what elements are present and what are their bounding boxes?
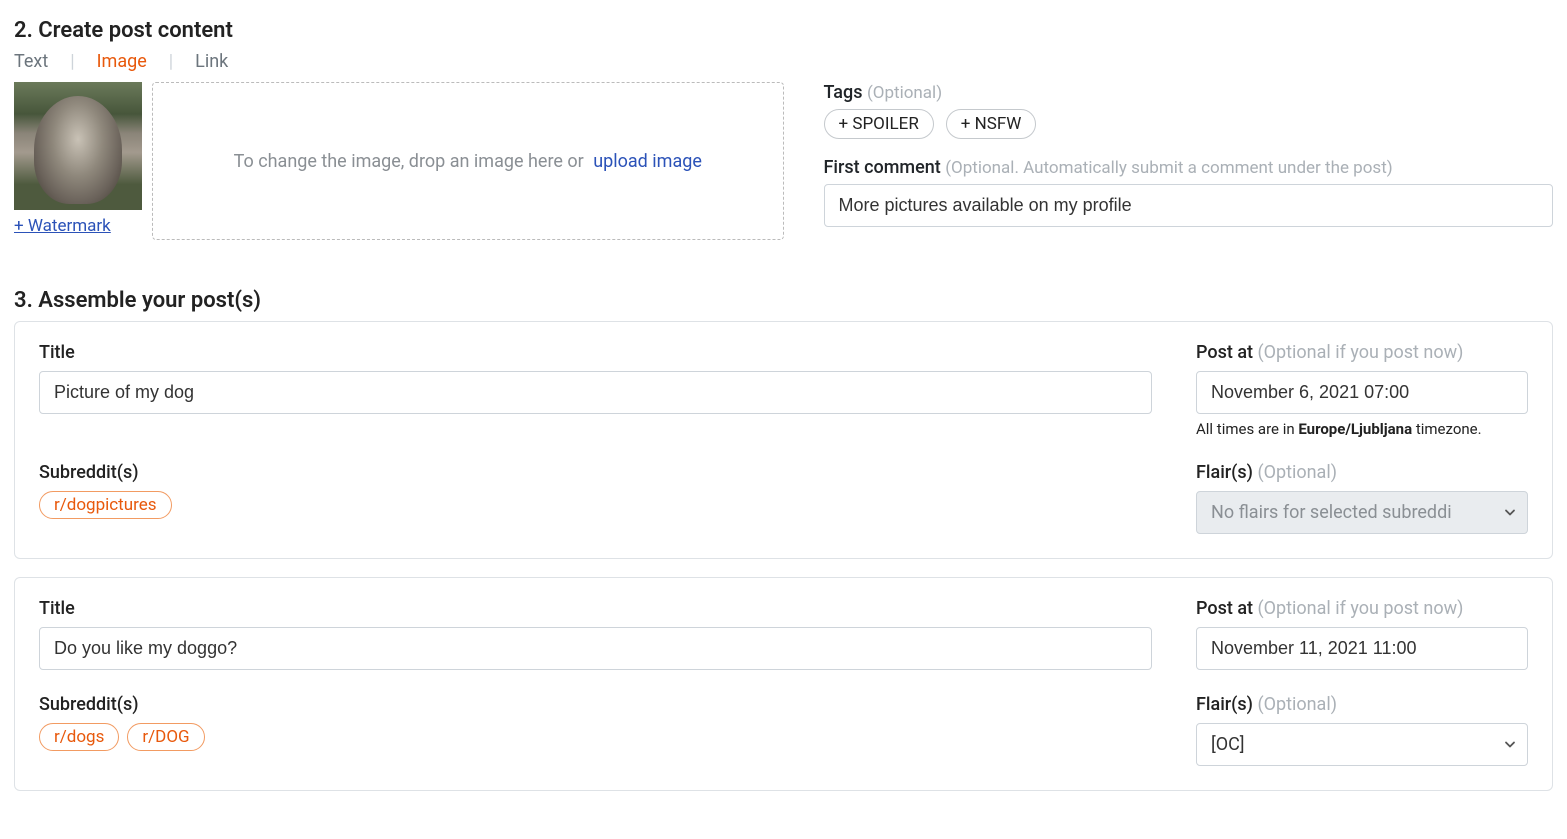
subreddit-chip[interactable]: r/dogs [39,723,119,751]
post-card: Title Post at (Optional if you post now) S… [14,577,1553,791]
section-2-title: 2. Create post content [14,18,1553,43]
title-label: Title [39,342,1152,363]
postat-input[interactable] [1196,627,1528,670]
subreddit-chips: r/dogpictures [39,491,1152,519]
tab-image[interactable]: Image [97,51,147,72]
upload-image-link[interactable]: upload image [593,151,702,172]
postat-label: Post at (Optional if you post now) [1196,342,1528,363]
first-comment-input[interactable] [824,184,1554,227]
add-watermark-link[interactable]: + Watermark [14,216,111,236]
subreddit-chip[interactable]: r/dogpictures [39,491,172,519]
title-input[interactable] [39,627,1152,670]
first-comment-label: First comment (Optional. Automatically s… [824,157,1554,178]
flairs-label: Flair(s) (Optional) [1196,694,1528,715]
flair-select: No flairs for selected subreddi [1196,491,1528,534]
section-3-title: 3. Assemble your post(s) [14,288,1553,313]
tab-divider: | [169,51,173,72]
postat-label: Post at (Optional if you post now) [1196,598,1528,619]
subreddit-chips: r/dogs r/DOG [39,723,1152,751]
flairs-label: Flair(s) (Optional) [1196,462,1528,483]
tag-spoiler-button[interactable]: + SPOILER [824,109,934,139]
flair-select[interactable]: [OC] [1196,723,1528,766]
tab-link[interactable]: Link [195,51,228,72]
tab-divider: | [70,51,74,72]
timezone-note: All times are in Europe/Ljubljana timezo… [1196,420,1528,438]
postat-input[interactable] [1196,371,1528,414]
subreddits-label: Subreddit(s) [39,462,1152,483]
dropzone-text: To change the image, drop an image here … [234,151,584,172]
image-dropzone[interactable]: To change the image, drop an image here … [152,82,784,240]
content-tabs: Text | Image | Link [14,51,1553,72]
post-card: Title Post at (Optional if you post now) A… [14,321,1553,559]
tag-nsfw-button[interactable]: + NSFW [946,109,1037,139]
title-label: Title [39,598,1152,619]
title-input[interactable] [39,371,1152,414]
subreddits-label: Subreddit(s) [39,694,1152,715]
tab-text[interactable]: Text [14,51,48,72]
uploaded-image-thumbnail[interactable] [14,82,142,210]
subreddit-chip[interactable]: r/DOG [127,723,204,751]
tags-label: Tags (Optional) [824,82,1554,103]
